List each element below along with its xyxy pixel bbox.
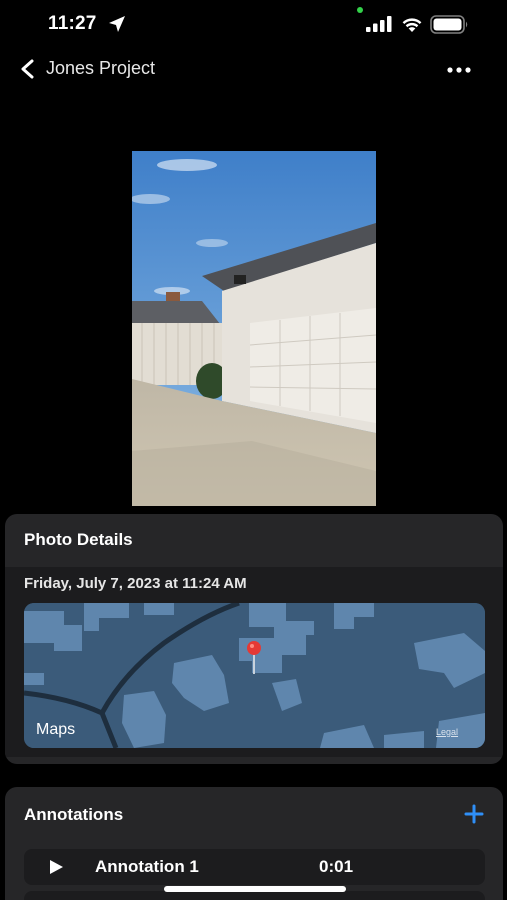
wifi-icon <box>402 18 422 32</box>
maps-brand-label: Maps <box>36 721 76 738</box>
privacy-indicator <box>357 7 363 13</box>
status-time: 11:27 <box>48 13 97 34</box>
status-bar: 11:27 <box>0 0 507 50</box>
location-map[interactable]: Maps Legal <box>24 603 485 748</box>
photo-details-card: Photo Details Friday, July 7, 2023 at 11… <box>5 514 503 764</box>
maps-logo: Maps <box>36 721 75 739</box>
annotations-card: Annotations Annotation 1 0:01 <box>5 787 503 900</box>
map-tiles <box>24 603 485 748</box>
battery-icon <box>430 15 468 34</box>
nav-title[interactable]: Jones Project <box>46 58 155 79</box>
annotation-row-partial[interactable] <box>24 891 485 900</box>
annotations-heading: Annotations <box>24 805 124 824</box>
add-annotation-plus-icon[interactable] <box>463 803 485 825</box>
annotation-row[interactable]: Annotation 1 0:01 <box>24 849 485 885</box>
home-indicator[interactable] <box>164 886 346 892</box>
project-photo[interactable] <box>132 151 376 506</box>
more-options-icon[interactable] <box>446 66 472 74</box>
photo-date: Friday, July 7, 2023 at 11:24 AM <box>24 575 247 592</box>
photo-image <box>132 151 376 506</box>
cellular-signal-icon <box>366 16 392 32</box>
back-chevron-icon[interactable] <box>18 58 38 80</box>
photo-details-body: Friday, July 7, 2023 at 11:24 AM Maps Le… <box>5 567 503 757</box>
location-arrow-icon <box>109 16 125 32</box>
play-icon[interactable] <box>48 859 64 875</box>
annotation-duration: 0:01 <box>319 857 354 876</box>
annotation-name: Annotation 1 <box>95 857 199 876</box>
photo-details-heading: Photo Details <box>24 530 133 549</box>
map-pin-icon <box>247 641 261 674</box>
maps-legal-link[interactable]: Legal <box>436 727 458 737</box>
